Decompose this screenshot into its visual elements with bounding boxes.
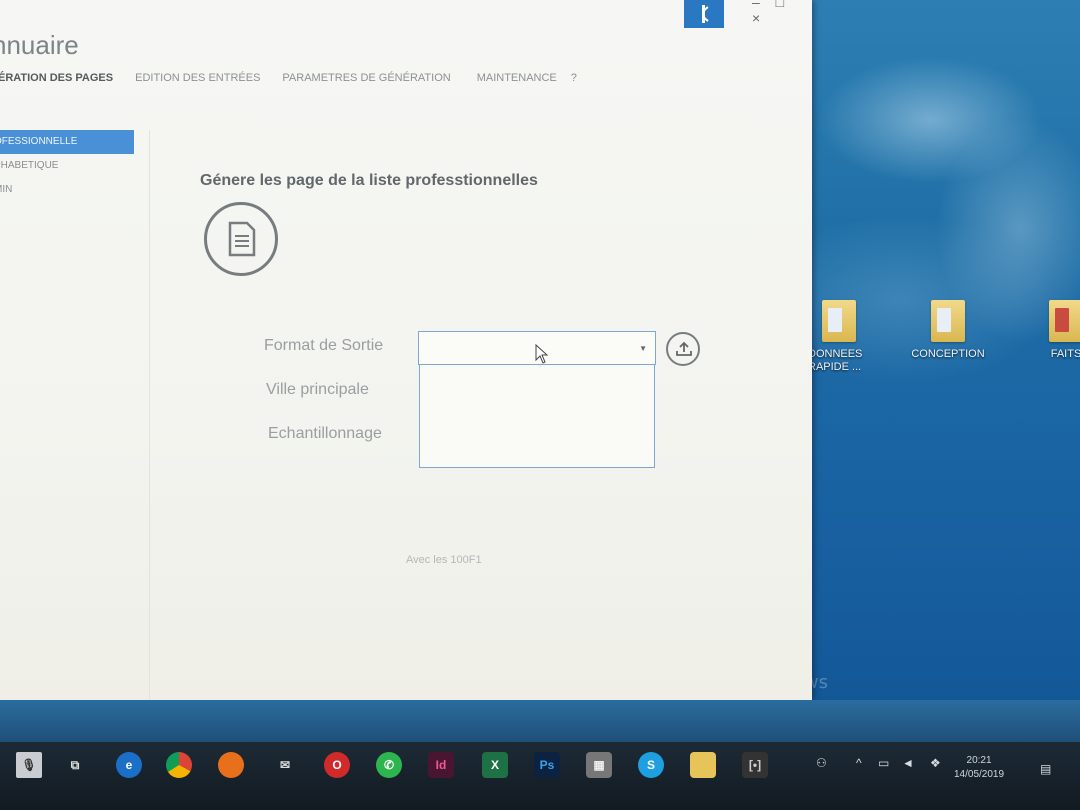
app-title: nnuaire [0, 30, 79, 60]
tray-chevron-up-icon[interactable]: ^ [856, 756, 862, 770]
calculator-icon[interactable]: ▦ [586, 752, 612, 778]
mail-icon[interactable]: ✉ [272, 752, 298, 778]
menu-item-help[interactable]: ? [569, 72, 579, 84]
upload-icon [676, 341, 692, 356]
whatsapp-icon[interactable]: ✆ [376, 752, 402, 778]
sidebar: OFESSIONNELLE PHABETIQUE MIN [0, 130, 150, 700]
dropbox-icon[interactable]: ❖ [930, 756, 941, 770]
sidebar-item-professionnelle[interactable]: OFESSIONNELLE [0, 130, 134, 154]
format-sortie-dropdown[interactable]: ▼ [418, 331, 656, 365]
desktop-icon-faits[interactable]: FAITS [1026, 300, 1080, 361]
menu-item-maintenance[interactable]: MAINTENANCE [475, 72, 559, 84]
desktop-lower-strip [0, 700, 1080, 742]
format-sortie-options-list[interactable] [419, 364, 655, 468]
file-explorer-icon[interactable] [690, 752, 716, 778]
taskbar-clock[interactable]: 20:21 14/05/2019 [954, 754, 1004, 782]
echantillonnage-label: Echantillonnage [268, 425, 382, 442]
volume-icon[interactable]: ◄ [902, 756, 914, 770]
taskbar: 🎙 ⧉ e ✉ O ✆ Id X Ps ▦ S [•] ⚇ ^ ▭ ◄ ❖ 20… [0, 742, 1080, 810]
clock-time: 20:21 [966, 755, 992, 766]
desktop-icon-label: FAITS [1050, 348, 1080, 360]
desktop-icon-conception[interactable]: CONCEPTION [908, 300, 988, 361]
desktop-icon-donnees-rapide[interactable]: DONNEES RAPIDE ... [800, 300, 880, 374]
format-sortie-label: Format de Sortie [264, 337, 384, 354]
window-controls[interactable]: – □ × [752, 0, 812, 26]
folder-icon [822, 300, 856, 342]
desktop-icon-label: CONCEPTION [911, 348, 985, 360]
ville-principale-label: Ville principale [266, 381, 369, 398]
indesign-icon[interactable]: Id [428, 752, 454, 778]
excel-icon[interactable]: X [482, 752, 508, 778]
skype-icon[interactable]: S [638, 752, 664, 778]
menu-item-generation-pages[interactable]: ÉRATION DES PAGES [0, 72, 115, 84]
people-icon[interactable]: ⚇ [816, 756, 827, 770]
upload-button[interactable] [666, 332, 700, 366]
app-taskbar-icon[interactable]: [•] [742, 752, 768, 778]
chevron-down-icon: ▼ [639, 344, 647, 353]
mouse-cursor-icon [535, 344, 549, 364]
folder-icon [931, 300, 965, 342]
section-title: Génere les page de la liste professtionn… [200, 172, 538, 189]
folder-icon [1049, 300, 1080, 342]
clock-date: 14/05/2019 [954, 769, 1005, 780]
menu-item-edition-entrees[interactable]: EDITION DES ENTRÉES [133, 72, 262, 84]
network-icon[interactable]: ▭ [878, 756, 889, 770]
cortana-mic-icon[interactable]: 🎙 [16, 752, 42, 778]
task-view-icon[interactable]: ⧉ [62, 752, 88, 778]
edge-icon[interactable]: e [116, 752, 142, 778]
sidebar-item-alphabetique[interactable]: PHABETIQUE [0, 154, 149, 178]
footnote-text: Avec les 100F1 [406, 554, 482, 566]
opera-icon[interactable]: O [324, 752, 350, 778]
sidebar-item-admin[interactable]: MIN [0, 178, 149, 202]
notifications-icon[interactable]: ▤ [1040, 762, 1051, 776]
menu-item-parametres-generation[interactable]: PARAMETRES DE GÉNÉRATION [280, 72, 452, 84]
main-menu: ÉRATION DES PAGES EDITION DES ENTRÉES PA… [0, 72, 579, 84]
desktop-icon-label: DONNEES RAPIDE ... [808, 348, 863, 373]
document-icon [204, 202, 278, 276]
chrome-icon[interactable] [166, 752, 192, 778]
app-logo-icon [684, 0, 724, 28]
firefox-icon[interactable] [218, 752, 244, 778]
photoshop-icon[interactable]: Ps [534, 752, 560, 778]
app-window: – □ × nnuaire ÉRATION DES PAGES EDITION … [0, 0, 812, 700]
